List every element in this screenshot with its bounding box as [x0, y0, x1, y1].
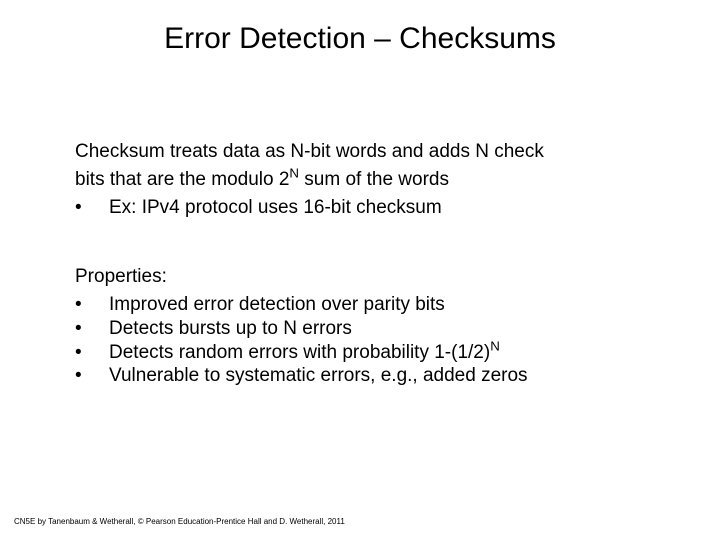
bullet-text: Improved error detection over parity bit…	[109, 293, 675, 317]
superscript-n: N	[490, 338, 500, 353]
slide-title: Error Detection – Checksums	[0, 0, 720, 56]
bullet-mark: •	[75, 341, 109, 365]
bullet-text: Vulnerable to systematic errors, e.g., a…	[109, 364, 675, 388]
bullet-item: • Improved error detection over parity b…	[75, 293, 675, 317]
intro-paragraph: Checksum treats data as N-bit words and …	[75, 140, 675, 219]
bullet-item: • Detects bursts up to N errors	[75, 317, 675, 341]
intro-line-2a: bits that are the modulo 2	[75, 169, 289, 190]
bullet-item: • Ex: IPv4 protocol uses 16-bit checksum	[75, 196, 675, 220]
bullet-mark: •	[75, 364, 109, 388]
footer-text: CN5E by Tanenbaum & Wetherall, © Pearson…	[14, 517, 345, 526]
properties-block: Properties: • Improved error detection o…	[75, 265, 675, 388]
bullet-text-part: Detects random errors with probability 1…	[109, 342, 490, 363]
bullet-text: Detects bursts up to N errors	[109, 317, 675, 341]
intro-line-1: Checksum treats data as N-bit words and …	[75, 140, 675, 164]
bullet-mark: •	[75, 196, 109, 220]
bullet-mark: •	[75, 293, 109, 317]
bullet-text: Ex: IPv4 protocol uses 16-bit checksum	[109, 196, 675, 220]
bullet-item: • Detects random errors with probability…	[75, 341, 675, 365]
superscript-n: N	[289, 165, 299, 180]
bullet-mark: •	[75, 317, 109, 341]
bullet-item: • Vulnerable to systematic errors, e.g.,…	[75, 364, 675, 388]
slide: Error Detection – Checksums Checksum tre…	[0, 0, 720, 540]
intro-line-2b: sum of the words	[299, 169, 449, 190]
slide-content: Checksum treats data as N-bit words and …	[75, 140, 675, 388]
intro-line-2: bits that are the modulo 2N sum of the w…	[75, 168, 675, 192]
properties-heading: Properties:	[75, 265, 675, 289]
bullet-text: Detects random errors with probability 1…	[109, 341, 675, 365]
